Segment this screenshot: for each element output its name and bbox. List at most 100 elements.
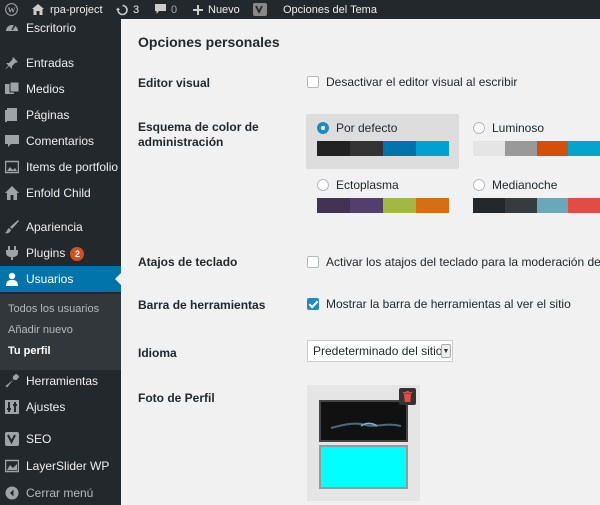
menu-label: Apariencia <box>26 220 83 234</box>
menu-layerslider[interactable]: LayerSlider WP <box>0 453 121 479</box>
menu-label: LayerSlider WP <box>26 459 110 473</box>
yoast-icon <box>5 432 19 446</box>
toolbar-label: Barra de herramientas <box>138 298 266 312</box>
updates-count: 3 <box>133 3 140 16</box>
palette-swatch <box>536 198 569 213</box>
palette-swatch <box>416 198 449 213</box>
toolbar-checkbox[interactable] <box>307 298 319 310</box>
settings-icon <box>5 400 19 414</box>
menu-apariencia[interactable]: Apariencia <box>0 214 121 240</box>
submenu-tu-perfil[interactable]: Tu perfil <box>8 345 51 357</box>
keyboard-shortcuts-option-label[interactable]: Activar los atajos del teclado para la m… <box>326 255 600 269</box>
visual-editor-label: Editor visual <box>138 76 211 90</box>
palette-swatch <box>504 198 537 213</box>
new-content-link[interactable]: Nuevo <box>193 0 240 19</box>
scheme-ectoplasma-name: Ectoplasma <box>336 178 399 192</box>
collapse-icon <box>5 486 19 500</box>
palette-swatch <box>317 141 350 156</box>
menu-usuarios[interactable]: Usuarios <box>0 266 121 292</box>
scheme-default-name: Por defecto <box>336 121 398 135</box>
yoast-seo-link[interactable] <box>253 0 267 19</box>
scheme-luminoso-palette <box>473 141 600 156</box>
home-icon <box>32 4 44 15</box>
plus-icon <box>193 4 203 15</box>
toolbar-option-label[interactable]: Mostrar la barra de herramientas al ver … <box>326 297 571 311</box>
scheme-default-radio[interactable] <box>317 122 329 134</box>
menu-label: Medios <box>26 82 65 96</box>
submenu-todos-usuarios[interactable]: Todos los usuarios <box>8 303 99 315</box>
menu-label: Comentarios <box>26 134 95 148</box>
menu-label: Items de portfolio <box>26 160 119 174</box>
scheme-ectoplasma-palette <box>317 198 449 213</box>
section-title: Opciones personales <box>138 34 280 50</box>
scheme-default[interactable]: Por defecto <box>306 114 459 169</box>
menu-plugins[interactable]: Plugins 2 <box>0 240 121 266</box>
scheme-luminoso-name: Luminoso <box>492 121 545 135</box>
menu-enfold-child[interactable]: Enfold Child <box>0 180 121 206</box>
palette-swatch <box>473 141 505 156</box>
avatar-image-dark <box>319 400 408 442</box>
profile-photo[interactable] <box>307 385 420 501</box>
scheme-medianoche-radio[interactable] <box>473 179 485 191</box>
menu-seo[interactable]: SEO <box>0 426 121 452</box>
wrench-icon <box>5 374 19 388</box>
palette-swatch <box>473 198 505 213</box>
palette-swatch <box>568 198 600 213</box>
comment-icon <box>5 134 19 148</box>
menu-comentarios[interactable]: Comentarios <box>0 128 121 154</box>
menu-escritorio[interactable]: Escritorio <box>0 15 121 41</box>
brush-icon <box>5 220 19 234</box>
menu-label: Páginas <box>26 108 70 122</box>
palette-swatch <box>383 141 416 156</box>
new-label: Nuevo <box>208 3 240 16</box>
dashboard-icon <box>5 21 19 35</box>
palette-swatch <box>350 198 383 213</box>
scheme-luminoso[interactable]: Luminoso <box>462 114 600 169</box>
trash-icon[interactable] <box>399 388 416 405</box>
menu-label: Plugins <box>26 245 66 260</box>
palette-swatch <box>317 198 350 213</box>
visual-editor-checkbox[interactable] <box>307 76 319 88</box>
menu-medios[interactable]: Medios <box>0 76 121 102</box>
submenu-anadir-nuevo[interactable]: Añadir nuevo <box>8 324 73 336</box>
scheme-medianoche-palette <box>473 198 600 213</box>
menu-entradas[interactable]: Entradas <box>0 50 121 76</box>
scheme-default-palette <box>317 141 449 156</box>
palette-swatch <box>568 141 600 156</box>
palette-swatch <box>536 141 569 156</box>
menu-label: Entradas <box>26 56 75 70</box>
palette-swatch <box>416 141 449 156</box>
scheme-ectoplasma[interactable]: Ectoplasma <box>306 170 459 225</box>
theme-options-link[interactable]: Opciones del Tema <box>283 0 377 19</box>
plugin-icon <box>5 246 19 260</box>
visual-editor-option-label[interactable]: Desactivar el editor visual al escribir <box>326 75 517 89</box>
menu-paginas[interactable]: Páginas <box>0 102 121 128</box>
menu-cerrar[interactable]: Cerrar menú <box>0 480 121 505</box>
portfolio-icon <box>5 160 19 174</box>
language-label: Idioma <box>138 346 177 360</box>
comment-bubble-icon <box>155 4 166 15</box>
users-submenu: Todos los usuarios Añadir nuevo Tu perfi… <box>0 294 121 370</box>
scheme-luminoso-radio[interactable] <box>473 122 485 134</box>
language-select-value: Predeterminado del sitio <box>313 344 443 358</box>
menu-label: Enfold Child <box>26 186 91 200</box>
menu-label: Herramientas <box>26 374 99 388</box>
keyboard-shortcuts-checkbox[interactable] <box>307 256 319 268</box>
pin-icon <box>5 56 19 70</box>
comments-link[interactable]: 0 <box>155 0 177 19</box>
menu-herramientas[interactable]: Herramientas <box>0 368 121 394</box>
scheme-ectoplasma-radio[interactable] <box>317 179 329 191</box>
chevron-down-icon: ▼ <box>441 344 451 358</box>
menu-items-portfolio[interactable]: Items de portfolio <box>0 154 121 180</box>
menu-label: SEO <box>26 432 52 446</box>
keyboard-shortcuts-label: Atajos de teclado <box>138 255 238 269</box>
scheme-medianoche[interactable]: Medianoche <box>462 170 600 225</box>
admin-sidebar: Escritorio Entradas Medios Páginas Comen… <box>0 19 121 505</box>
palette-swatch <box>504 141 537 156</box>
main-content: Opciones personales Editor visual Desact… <box>121 19 600 505</box>
menu-ajustes[interactable]: Ajustes <box>0 394 121 420</box>
palette-swatch <box>383 198 416 213</box>
svg-text:W: W <box>8 5 16 14</box>
language-select[interactable]: Predeterminado del sitio ▼ <box>307 340 453 362</box>
home-icon <box>5 186 19 200</box>
